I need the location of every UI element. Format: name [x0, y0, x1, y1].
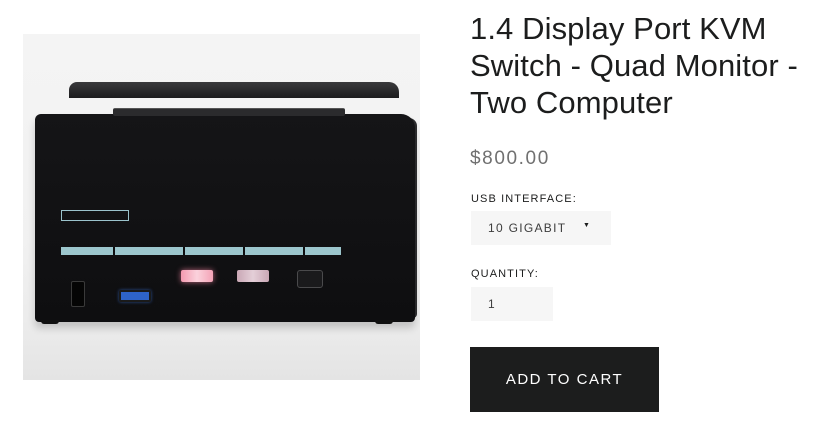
pc2-led: [237, 270, 269, 282]
kvm-model-label: [61, 210, 129, 221]
kvm-foot-right: [375, 320, 393, 324]
product-title: 1.4 Display Port KVM Switch - Quad Monit…: [470, 11, 798, 120]
product-price: $800.00: [470, 148, 550, 169]
kvm-top-panel: [69, 82, 399, 98]
caret-down-icon: ▼: [583, 222, 592, 229]
quantity-input[interactable]: 1: [471, 287, 553, 321]
add-to-cart-label: ADD TO CART: [505, 371, 624, 388]
pc1-led: [181, 270, 213, 282]
usb-port-blue: [119, 290, 151, 302]
quantity-value: 1: [488, 297, 495, 311]
kvm-select-button: [297, 270, 323, 288]
product-image[interactable]: [23, 34, 420, 380]
kvm-port-label-band: [61, 247, 341, 255]
usb-interface-value: 10 GIGABIT: [488, 221, 567, 235]
usb-interface-label: USB INTERFACE:: [471, 193, 577, 205]
usb-port-black: [71, 281, 85, 307]
quantity-label: QUANTITY:: [471, 268, 539, 280]
kvm-top-slot: [113, 108, 345, 116]
usb-interface-select[interactable]: 10 GIGABIT ▼: [471, 211, 611, 245]
kvm-foot-left: [41, 320, 59, 324]
add-to-cart-button[interactable]: ADD TO CART: [470, 347, 659, 412]
